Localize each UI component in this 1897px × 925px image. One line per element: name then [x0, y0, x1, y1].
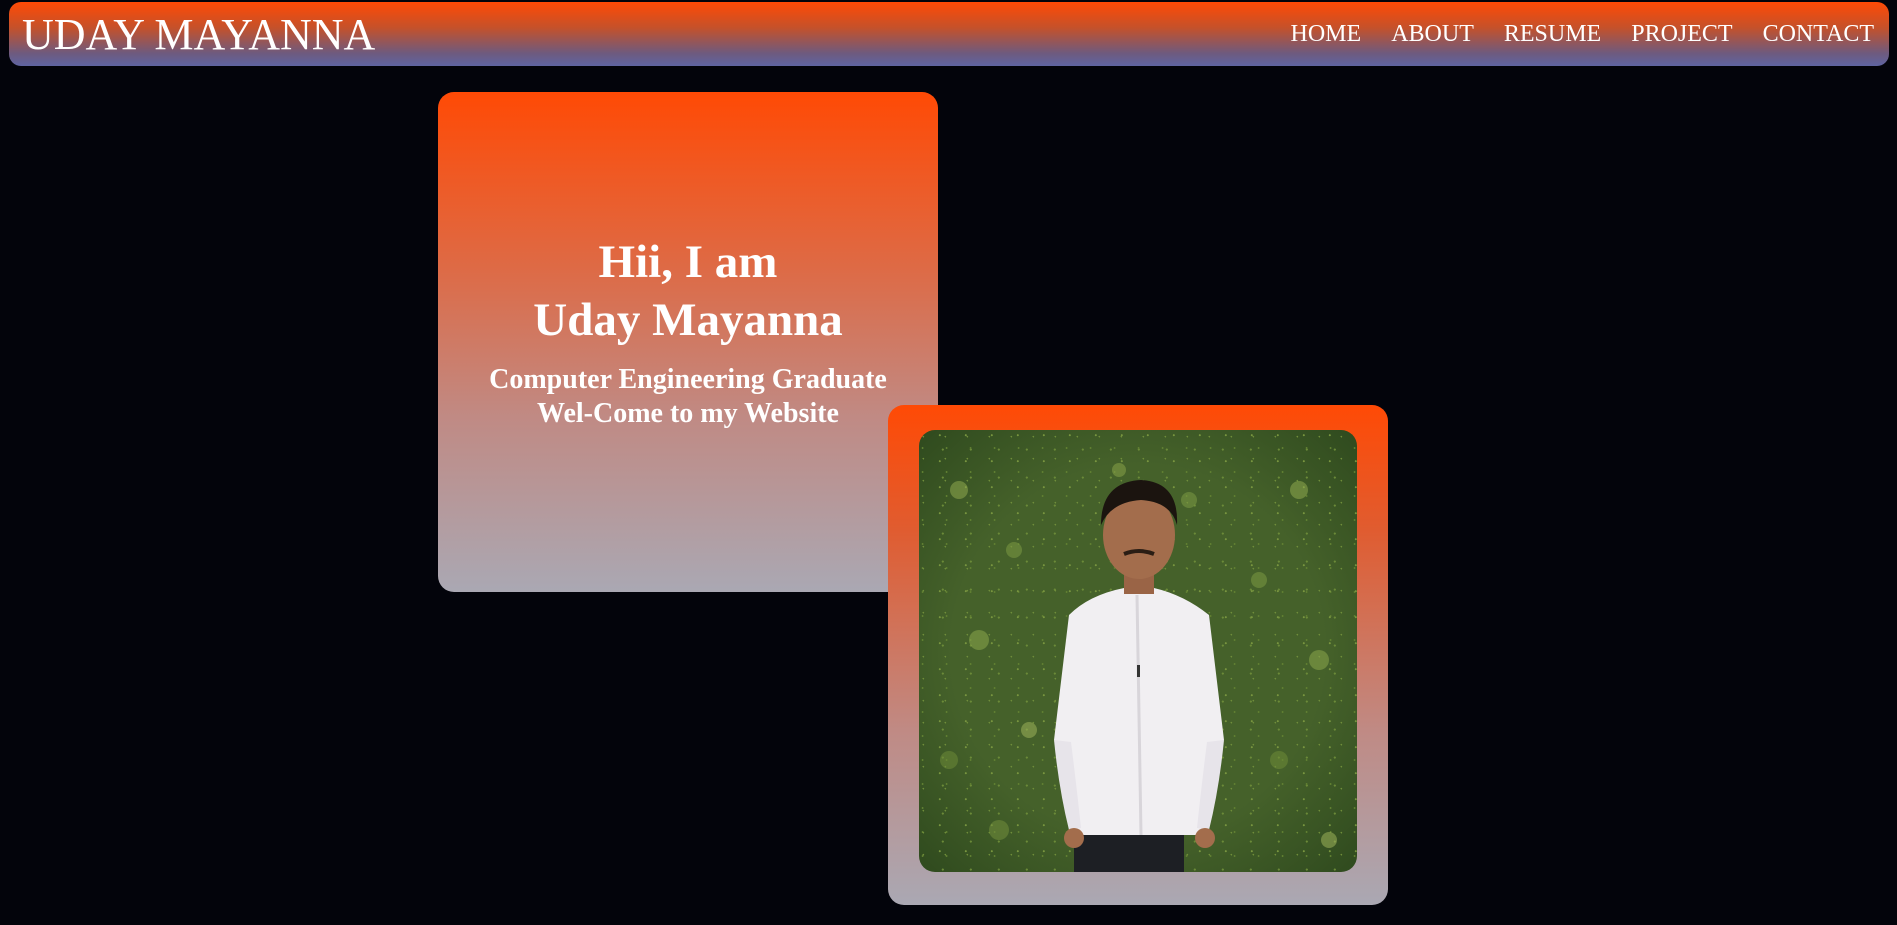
nav-links: HOME ABOUT RESUME PROJECT CONTACT — [1261, 22, 1874, 46]
hero-greeting: Hii, I am — [598, 236, 778, 288]
photo-card — [888, 405, 1388, 905]
nav-project-link[interactable]: PROJECT — [1631, 22, 1732, 46]
nav-home-link[interactable]: HOME — [1291, 22, 1362, 46]
nav-contact-link[interactable]: CONTACT — [1763, 22, 1874, 46]
intro-card: Hii, I am Uday Mayanna Computer Engineer… — [438, 92, 938, 592]
hero-name: Uday Mayanna — [533, 294, 843, 346]
brand-logo[interactable]: UDAY MAYANNA — [22, 13, 375, 57]
profile-photo — [919, 430, 1357, 872]
hero-heading: Hii, I am Uday Mayanna — [533, 233, 842, 349]
hero-subtitle-line2: Wel-Come to my Website — [537, 398, 839, 429]
hero-subtitle: Computer Engineering Graduate Wel-Come t… — [489, 363, 887, 431]
top-navbar: UDAY MAYANNA HOME ABOUT RESUME PROJECT C… — [9, 2, 1889, 66]
nav-resume-link[interactable]: RESUME — [1504, 22, 1601, 46]
hero-subtitle-line1: Computer Engineering Graduate — [489, 364, 887, 395]
nav-about-link[interactable]: ABOUT — [1391, 22, 1474, 46]
person-illustration — [940, 463, 1337, 872]
